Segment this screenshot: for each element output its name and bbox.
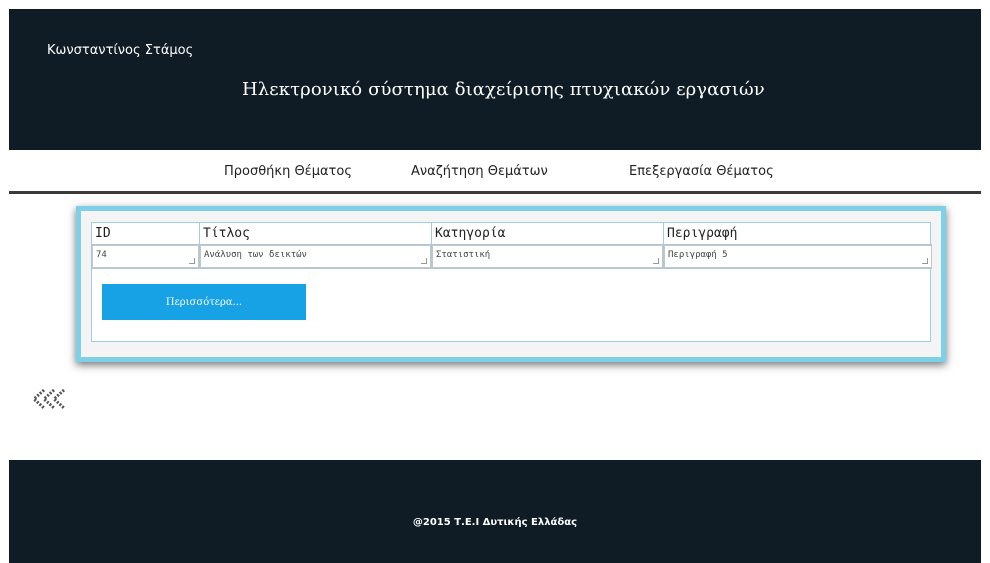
table-row: Περιγραφή 5 [664,245,932,269]
site-title: Ηλεκτρονικό σύστημα διαχείρισης πτυχιακώ… [242,79,765,100]
copyright-text: @2015 Τ.Ε.Ι Δυτικής Ελλάδας [412,517,578,528]
column-header-title: Τίτλος [200,223,432,245]
nav-add-topic[interactable]: Προσθήκη Θέματος [224,164,352,179]
table-row: Ανάλυση των δεικτών [200,245,432,269]
description-field[interactable]: Περιγραφή 5 [664,245,932,268]
site-footer: @2015 Τ.Ε.Ι Δυτικής Ελλάδας [9,460,981,563]
category-field[interactable]: Στατιστική [432,245,663,268]
user-name: Κωνσταντίνος Στάμος [47,43,194,58]
main-nav: Προσθήκη Θέματος Αναζήτηση Θεμάτων Επεξε… [9,150,981,194]
column-header-description: Περιγραφή [664,223,932,245]
column-header-category: Κατηγορία [432,223,664,245]
id-field[interactable]: 74 [92,245,199,268]
more-button[interactable]: Περισσότερα... [102,284,306,320]
table-row: 74 [92,245,200,269]
topics-table: ID Τίτλος Κατηγορία Περιγραφή 74 Ανάλυση… [91,222,932,342]
topics-panel: ID Τίτλος Κατηγορία Περιγραφή 74 Ανάλυση… [76,206,946,362]
title-field[interactable]: Ανάλυση των δεικτών [200,245,431,268]
nav-edit-topic[interactable]: Επεξεργασία Θέματος [629,164,774,179]
double-chevron-left-icon[interactable] [30,388,70,410]
column-header-id: ID [92,223,200,245]
nav-search-topics[interactable]: Αναζήτηση Θεμάτων [411,164,548,179]
site-header: Κωνσταντίνος Στάμος Ηλεκτρονικό σύστημα … [9,9,981,150]
table-row: Στατιστική [432,245,664,269]
